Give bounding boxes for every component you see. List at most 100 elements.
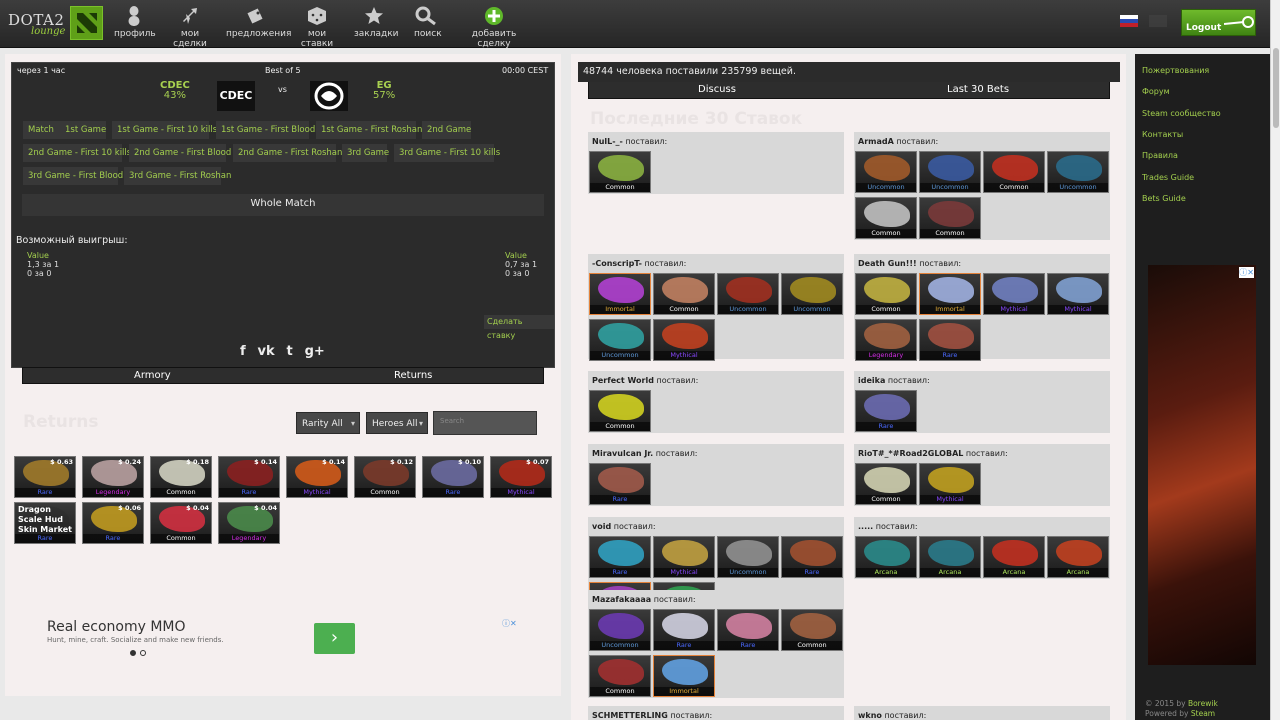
bettor-name[interactable]: ideika [858, 376, 885, 385]
sidebar-link[interactable]: Steam сообщество [1142, 109, 1221, 118]
bettor-name[interactable]: Perfect World [592, 376, 654, 385]
heroes-select[interactable]: Heroes All [366, 412, 428, 435]
bettor-name[interactable]: wkno [858, 711, 882, 720]
carousel-dot[interactable] [130, 650, 136, 656]
tab-armory[interactable]: Armory [134, 370, 171, 381]
return-item[interactable]: $ 0.04 Common [150, 502, 212, 544]
bet-item[interactable]: Mythical [653, 536, 715, 578]
bet-type-button[interactable]: 1st Game - First 10 kills [112, 121, 217, 139]
flag-ru-icon[interactable] [1120, 15, 1138, 27]
bet-item[interactable]: Uncommon [717, 536, 779, 578]
tab-last-30-bets[interactable]: Last 30 Bets [947, 84, 1009, 95]
return-item[interactable]: $ 0.07 Mythical [490, 456, 552, 498]
bet-item[interactable]: Common [855, 197, 917, 239]
bet-item[interactable]: Rare [781, 536, 843, 578]
search-input[interactable]: Search [433, 411, 537, 435]
tab-returns[interactable]: Returns [394, 370, 432, 381]
bettor-name[interactable]: Mazafakaaaa [592, 595, 651, 604]
bet-type-button[interactable]: 1st Game - First Roshan [316, 121, 422, 139]
bet-item[interactable]: Common [855, 463, 917, 505]
logo[interactable]: DOTA2 lounge [8, 6, 103, 42]
bet-item[interactable]: Uncommon [919, 151, 981, 193]
bet-item[interactable]: Common [919, 197, 981, 239]
author-link[interactable]: Borewik [1188, 699, 1218, 708]
bet-item[interactable]: Mythical [1047, 273, 1109, 315]
logout-button[interactable]: Logout [1181, 9, 1256, 36]
flag-en-icon[interactable] [1148, 15, 1167, 27]
return-item[interactable]: $ 0.14 Mythical [286, 456, 348, 498]
tab-discuss[interactable]: Discuss [698, 84, 736, 95]
bet-item[interactable]: Common [855, 273, 917, 315]
bettor-name[interactable]: ArmadA [858, 137, 894, 146]
nav-offers[interactable]: предложения [226, 6, 291, 39]
return-item[interactable]: $ 0.10 Rare [422, 456, 484, 498]
bet-item[interactable]: Immortal [589, 273, 651, 315]
chevron-right-icon[interactable]: › [314, 623, 355, 654]
bettor-name[interactable]: Death Gun!!! [858, 259, 917, 268]
scrollbar-thumb[interactable] [1273, 48, 1279, 128]
bet-item[interactable]: Uncommon [1047, 151, 1109, 193]
bet-item[interactable]: Rare [717, 609, 779, 651]
googleplus-icon[interactable]: g+ [305, 344, 325, 359]
return-item[interactable]: $ 0.04 Legendary [218, 502, 280, 544]
bettor-name[interactable]: SCHMETTERLING [592, 711, 668, 720]
ad-close-icon[interactable]: ⓘ✕ [502, 618, 517, 629]
bet-type-button[interactable]: 2nd Game - First Blood [129, 144, 231, 162]
bettor-name[interactable]: NulL-_- [592, 137, 623, 146]
bet-type-button[interactable]: 3rd Game - First 10 kills [394, 144, 500, 162]
bettor-name[interactable]: Miravulcan Jr. [592, 449, 653, 458]
nav-search[interactable]: поиск [414, 6, 442, 39]
return-item[interactable]: $ 0.63 Rare [14, 456, 76, 498]
rarity-select[interactable]: Rarity All [296, 412, 360, 435]
nav-add[interactable]: добавить сделку [458, 6, 530, 49]
vk-icon[interactable]: vk [258, 344, 275, 359]
whole-match-button[interactable]: Whole Match [22, 194, 544, 216]
bet-item[interactable]: Mythical [919, 463, 981, 505]
nav-star[interactable]: закладки [354, 6, 399, 39]
twitter-icon[interactable]: t [287, 344, 293, 359]
bet-item[interactable]: Arcana [1047, 536, 1109, 578]
nav-profile[interactable]: профиль [114, 6, 156, 39]
bet-item[interactable]: Common [983, 151, 1045, 193]
bet-item[interactable]: Rare [919, 319, 981, 361]
bet-item[interactable]: Rare [653, 609, 715, 651]
bet-item[interactable]: Common [589, 655, 651, 697]
bet-item[interactable]: Arcana [855, 536, 917, 578]
bet-item[interactable]: Uncommon [589, 319, 651, 361]
bet-item[interactable]: Arcana [983, 536, 1045, 578]
bet-type-button[interactable]: 2nd Game - First Roshan [233, 144, 342, 162]
bet-item[interactable]: Uncommon [855, 151, 917, 193]
bet-item[interactable]: Rare [589, 463, 651, 505]
bettor-name[interactable]: RioT#_*#Road2GLOBAL [858, 449, 963, 458]
return-item[interactable]: Dragon Scale Hud Skin Market Rare [14, 502, 76, 544]
return-item[interactable]: $ 0.12 Common [354, 456, 416, 498]
facebook-icon[interactable]: f [240, 344, 246, 359]
ad-banner[interactable]: Real economy MMO Hunt, mine, craft. Soci… [40, 610, 530, 660]
bet-item[interactable]: Rare [855, 390, 917, 432]
sidebar-link[interactable]: Bets Guide [1142, 194, 1186, 203]
bettor-name[interactable]: -ConscripT- [592, 259, 642, 268]
nav-trades[interactable]: мои сделки [166, 6, 214, 49]
bet-item[interactable]: Common [653, 273, 715, 315]
bet-type-button[interactable]: 1st Game - First Blood [216, 121, 315, 139]
return-item[interactable]: $ 0.14 Rare [218, 456, 280, 498]
bet-type-button[interactable]: 3rd Game - First Roshan [124, 167, 231, 185]
sidebar-link[interactable]: Форум [1142, 87, 1170, 96]
bet-item[interactable]: Common [781, 609, 843, 651]
bet-type-button[interactable]: 3rd Game [342, 144, 389, 162]
place-bet-button[interactable]: Сделать ставку [484, 315, 554, 340]
bet-item[interactable]: Mythical [653, 319, 715, 361]
bet-item[interactable]: Common [589, 151, 651, 193]
page-scrollbar[interactable] [1270, 0, 1280, 720]
bet-item[interactable]: Immortal [653, 655, 715, 697]
bettor-name[interactable]: void [592, 522, 611, 531]
bet-type-button[interactable]: 3rd Game - First Blood [23, 167, 123, 185]
bet-type-button[interactable]: 2nd Game [422, 121, 471, 139]
bet-type-button[interactable]: 2nd Game - First 10 kills [23, 144, 131, 162]
bet-item[interactable]: Legendary [855, 319, 917, 361]
bet-item[interactable]: Common [589, 390, 651, 432]
nav-bets[interactable]: мои ставки [293, 6, 341, 49]
bet-item[interactable]: Uncommon [781, 273, 843, 315]
bet-item[interactable]: Arcana [919, 536, 981, 578]
sidebar-link[interactable]: Контакты [1142, 130, 1183, 139]
